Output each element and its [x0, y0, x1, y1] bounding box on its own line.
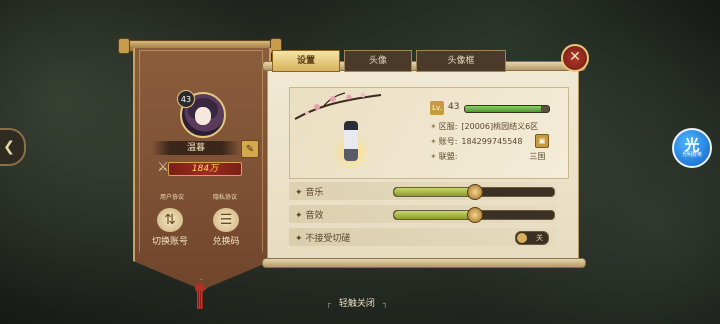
xp-bar — [464, 105, 550, 113]
avatar-face — [195, 107, 211, 125]
side-badge-glyph: 光 — [684, 136, 700, 154]
side-event-badge[interactable]: 光 光明群英 — [672, 128, 712, 168]
xp-bar-fill — [465, 106, 541, 112]
no-challenge-setting-row: ✦ 不接受切磋 关 — [289, 228, 557, 246]
tap-to-close-hint[interactable]: ┌ 轻触关闭 ┐ — [318, 296, 396, 309]
server-value: [20006]桃园结义6区 — [461, 122, 539, 131]
music-label: 音乐 — [305, 188, 324, 198]
switch-account-button[interactable]: ⇅ 切换账号 — [146, 208, 194, 247]
tab-avatar-frame[interactable]: 头像框 — [416, 50, 506, 72]
bracket-right-icon: ┐ — [382, 299, 388, 308]
sfx-bullet-icon: ✦ — [295, 211, 306, 221]
scroll-roll-bottom — [262, 258, 586, 268]
music-slider[interactable] — [393, 184, 555, 200]
player-character-sprite — [332, 115, 370, 171]
music-setting-row: ✦ 音乐 — [289, 182, 557, 200]
player-level-badge: 43 — [177, 90, 195, 108]
user-agreement-link[interactable]: 用户协议 — [160, 192, 184, 201]
tab-avatar[interactable]: 头像 — [344, 50, 412, 72]
combat-power: 184万 — [168, 162, 242, 176]
redeem-code-label: 兑换码 — [212, 237, 240, 247]
sfx-slider[interactable] — [393, 207, 555, 223]
pencil-icon: ✎ — [245, 143, 255, 155]
music-bullet-icon: ✦ — [295, 188, 306, 198]
server-label: 区服: — [438, 122, 458, 131]
no-challenge-toggle[interactable]: 关 — [515, 231, 549, 245]
toggle-knob — [517, 233, 527, 243]
tab-settings[interactable]: 设置 — [272, 50, 340, 72]
scroll-icon: ☰ — [213, 208, 239, 232]
toggle-state: 关 — [536, 234, 543, 242]
no-challenge-label: 不接受切磋 — [305, 234, 351, 244]
close-icon: ✕ — [569, 49, 581, 65]
level-label: Lv. — [430, 101, 444, 115]
sfx-setting-row: ✦ 音效 — [289, 205, 557, 223]
character-body — [344, 121, 358, 161]
server-row: ✦ 区服: [20006]桃园结义6区 — [430, 122, 539, 131]
switch-account-label: 切换账号 — [151, 237, 188, 247]
sfx-slider-fill — [394, 211, 474, 219]
chevron-left-icon: ❮ — [3, 139, 15, 155]
sfx-slider-handle[interactable] — [467, 207, 483, 223]
alliance-row: ✦ 联盟: 三国 — [430, 152, 546, 161]
privacy-policy-link[interactable]: 隐私协议 — [213, 192, 237, 201]
bracket-left-icon: ┌ — [326, 299, 331, 308]
no-challenge-bullet-icon: ✦ — [295, 234, 306, 244]
edit-name-button[interactable]: ✎ — [241, 140, 259, 158]
settings-tabs: 设置 头像 头像框 — [272, 50, 510, 72]
alliance-value: 三国 — [529, 152, 546, 161]
music-slider-handle[interactable] — [467, 184, 483, 200]
level-value: 43 — [448, 102, 460, 112]
account-label: 账号: — [438, 137, 458, 146]
close-button[interactable]: ✕ — [561, 44, 589, 72]
tap-to-close-label: 轻触关闭 — [338, 299, 375, 309]
music-slider-fill — [394, 188, 474, 196]
account-value: 184299745548 — [461, 137, 523, 146]
copy-icon: ▣ — [538, 137, 546, 145]
side-badge-label: 光明群英 — [681, 152, 702, 158]
tassel-icon — [197, 291, 203, 309]
sfx-label: 音效 — [305, 211, 324, 221]
copy-account-button[interactable]: ▣ — [535, 134, 549, 148]
alliance-label: 联盟: — [438, 152, 458, 161]
player-name: 温暮 — [152, 141, 240, 155]
redeem-code-button[interactable]: ☰ 兑换码 — [202, 208, 250, 247]
switch-account-icon: ⇅ — [157, 208, 183, 232]
account-row: ✦ 账号: 184299745548 — [430, 137, 523, 146]
